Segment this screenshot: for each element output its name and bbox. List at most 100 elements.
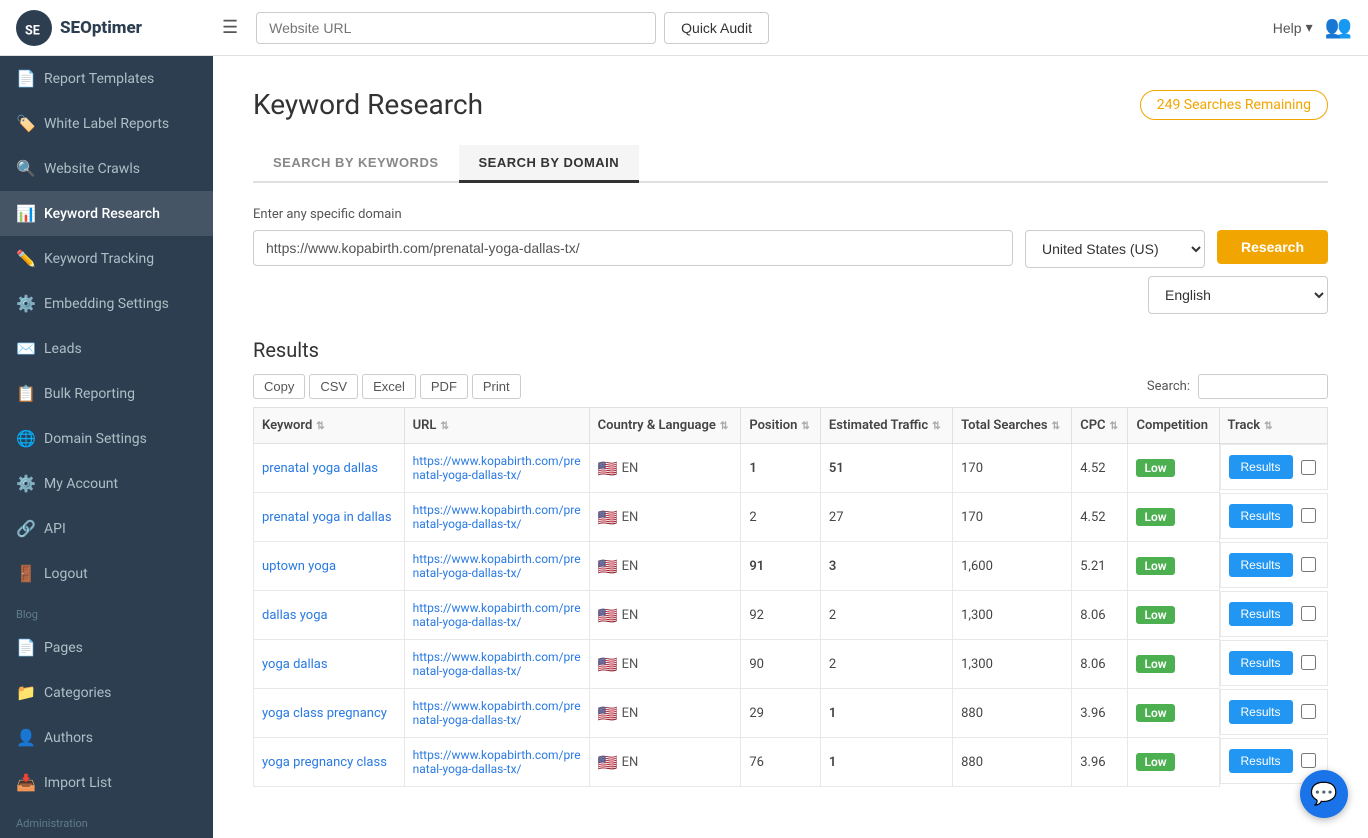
keyword-link[interactable]: yoga class pregnancy xyxy=(262,706,387,721)
pages-icon: 📄 xyxy=(16,638,34,657)
results-section: Results Copy CSV Excel PDF Print Search: xyxy=(253,338,1328,787)
results-button[interactable]: Results xyxy=(1229,749,1293,773)
cell-keyword: yoga class pregnancy xyxy=(254,689,405,738)
track-checkbox[interactable] xyxy=(1301,655,1316,670)
excel-button[interactable]: Excel xyxy=(362,374,416,399)
lang-code: EN xyxy=(622,755,639,770)
cell-url: https://www.kopabirth.com/pre natal-yoga… xyxy=(404,591,589,640)
logo-text: SEOptimer xyxy=(60,18,142,38)
cell-track: Results xyxy=(1220,542,1328,588)
sidebar-item-pages[interactable]: 📄 Pages xyxy=(0,625,213,670)
col-keyword: Keyword⇅ xyxy=(254,408,405,444)
sidebar-item-logout[interactable]: 🚪 Logout xyxy=(0,551,213,596)
results-button[interactable]: Results xyxy=(1229,651,1293,675)
url-link[interactable]: https://www.kopabirth.com/pre natal-yoga… xyxy=(413,503,581,531)
cell-estimated-traffic: 1 xyxy=(820,738,952,787)
sidebar-item-embedding-settings[interactable]: ⚙️ Embedding Settings xyxy=(0,281,213,326)
competition-badge: Low xyxy=(1136,459,1174,477)
keyword-link[interactable]: dallas yoga xyxy=(262,608,328,623)
sidebar-label-leads: Leads xyxy=(44,341,82,357)
cell-total-searches: 170 xyxy=(953,493,1072,542)
url-link[interactable]: https://www.kopabirth.com/pre natal-yoga… xyxy=(413,699,581,727)
results-button[interactable]: Results xyxy=(1229,700,1293,724)
website-crawls-icon: 🔍 xyxy=(16,159,34,178)
track-checkbox[interactable] xyxy=(1301,460,1316,475)
print-button[interactable]: Print xyxy=(472,374,521,399)
sidebar-label-authors: Authors xyxy=(44,730,93,746)
import-list-icon: 📥 xyxy=(16,773,34,792)
sidebar-item-report-templates[interactable]: 📄 Report Templates xyxy=(0,56,213,101)
sidebar-item-website-crawls[interactable]: 🔍 Website Crawls xyxy=(0,146,213,191)
cell-position: 2 xyxy=(741,493,821,542)
sidebar-item-keyword-tracking[interactable]: ✏️ Keyword Tracking xyxy=(0,236,213,281)
track-checkbox[interactable] xyxy=(1301,508,1316,523)
quick-audit-button[interactable]: Quick Audit xyxy=(664,12,769,44)
sidebar-item-authors[interactable]: 👤 Authors xyxy=(0,715,213,760)
keyword-research-icon: 📊 xyxy=(16,204,34,223)
cell-track: Results xyxy=(1220,640,1328,686)
tab-search-by-domain[interactable]: SEARCH BY DOMAIN xyxy=(459,145,640,183)
sidebar-item-domain-settings[interactable]: 🌐 Domain Settings xyxy=(0,416,213,461)
sidebar-item-my-account[interactable]: ⚙️ My Account xyxy=(0,461,213,506)
results-button[interactable]: Results xyxy=(1229,602,1293,626)
track-checkbox[interactable] xyxy=(1301,606,1316,621)
cell-position: 76 xyxy=(741,738,821,787)
hamburger-button[interactable]: ☰ xyxy=(216,11,244,44)
col-url: URL⇅ xyxy=(404,408,589,444)
country-select[interactable]: United States (US) United Kingdom (UK) C… xyxy=(1025,230,1205,268)
cell-competition: Low xyxy=(1128,444,1219,493)
cell-estimated-traffic: 1 xyxy=(820,689,952,738)
users-icon[interactable]: 👥 xyxy=(1325,15,1352,40)
help-button[interactable]: Help ▾ xyxy=(1273,19,1313,36)
cell-total-searches: 170 xyxy=(953,444,1072,493)
sidebar-item-leads[interactable]: ✉️ Leads xyxy=(0,326,213,371)
chat-bubble[interactable]: 💬 xyxy=(1300,770,1348,818)
url-link[interactable]: https://www.kopabirth.com/pre natal-yoga… xyxy=(413,601,581,629)
sidebar-label-website-crawls: Website Crawls xyxy=(44,161,140,177)
language-select[interactable]: English Spanish French German Portuguese xyxy=(1148,276,1328,314)
keyword-link[interactable]: uptown yoga xyxy=(262,559,336,574)
results-button[interactable]: Results xyxy=(1229,504,1293,528)
track-checkbox[interactable] xyxy=(1301,704,1316,719)
sidebar-item-white-label-reports[interactable]: 🏷️ White Label Reports xyxy=(0,101,213,146)
keyword-link[interactable]: prenatal yoga dallas xyxy=(262,461,378,476)
keyword-link[interactable]: yoga dallas xyxy=(262,657,328,672)
tab-search-by-keywords[interactable]: SEARCH BY KEYWORDS xyxy=(253,145,459,183)
search-form-row: United States (US) United Kingdom (UK) C… xyxy=(253,230,1328,268)
sidebar-label-bulk-reporting: Bulk Reporting xyxy=(44,386,135,402)
keyword-link[interactable]: yoga pregnancy class xyxy=(262,755,387,770)
pdf-button[interactable]: PDF xyxy=(420,374,468,399)
table-search-input[interactable] xyxy=(1198,374,1328,399)
url-link[interactable]: https://www.kopabirth.com/pre natal-yoga… xyxy=(413,650,581,678)
cell-country-language: 🇺🇸 EN xyxy=(589,640,741,689)
table-search-label: Search: xyxy=(1147,379,1190,394)
results-button[interactable]: Results xyxy=(1229,455,1293,479)
copy-button[interactable]: Copy xyxy=(253,374,305,399)
csv-button[interactable]: CSV xyxy=(309,374,358,399)
url-link[interactable]: https://www.kopabirth.com/pre natal-yoga… xyxy=(413,552,581,580)
url-link[interactable]: https://www.kopabirth.com/pre natal-yoga… xyxy=(413,748,581,776)
keyword-link[interactable]: prenatal yoga in dallas xyxy=(262,510,392,525)
sidebar-item-api[interactable]: 🔗 API xyxy=(0,506,213,551)
url-link[interactable]: https://www.kopabirth.com/pre natal-yoga… xyxy=(413,454,581,482)
cell-position: 91 xyxy=(741,542,821,591)
domain-input[interactable] xyxy=(253,230,1013,266)
cell-competition: Low xyxy=(1128,542,1219,591)
sidebar-item-bulk-reporting[interactable]: 📋 Bulk Reporting xyxy=(0,371,213,416)
cell-cpc: 8.06 xyxy=(1072,591,1128,640)
track-checkbox[interactable] xyxy=(1301,753,1316,768)
cell-url: https://www.kopabirth.com/pre natal-yoga… xyxy=(404,542,589,591)
research-button[interactable]: Research xyxy=(1217,230,1328,264)
cell-estimated-traffic: 2 xyxy=(820,591,952,640)
sidebar-label-api: API xyxy=(44,521,66,537)
cell-cpc: 3.96 xyxy=(1072,738,1128,787)
sidebar-item-import-list[interactable]: 📥 Import List xyxy=(0,760,213,805)
results-button[interactable]: Results xyxy=(1229,553,1293,577)
sidebar-item-keyword-research[interactable]: 📊 Keyword Research xyxy=(0,191,213,236)
sidebar-item-categories[interactable]: 📁 Categories xyxy=(0,670,213,715)
website-url-input[interactable] xyxy=(256,12,656,44)
cell-estimated-traffic: 51 xyxy=(820,444,952,493)
track-checkbox[interactable] xyxy=(1301,557,1316,572)
tab-bar: SEARCH BY KEYWORDS SEARCH BY DOMAIN xyxy=(253,145,1328,183)
table-body: prenatal yoga dallas https://www.kopabir… xyxy=(254,444,1328,787)
